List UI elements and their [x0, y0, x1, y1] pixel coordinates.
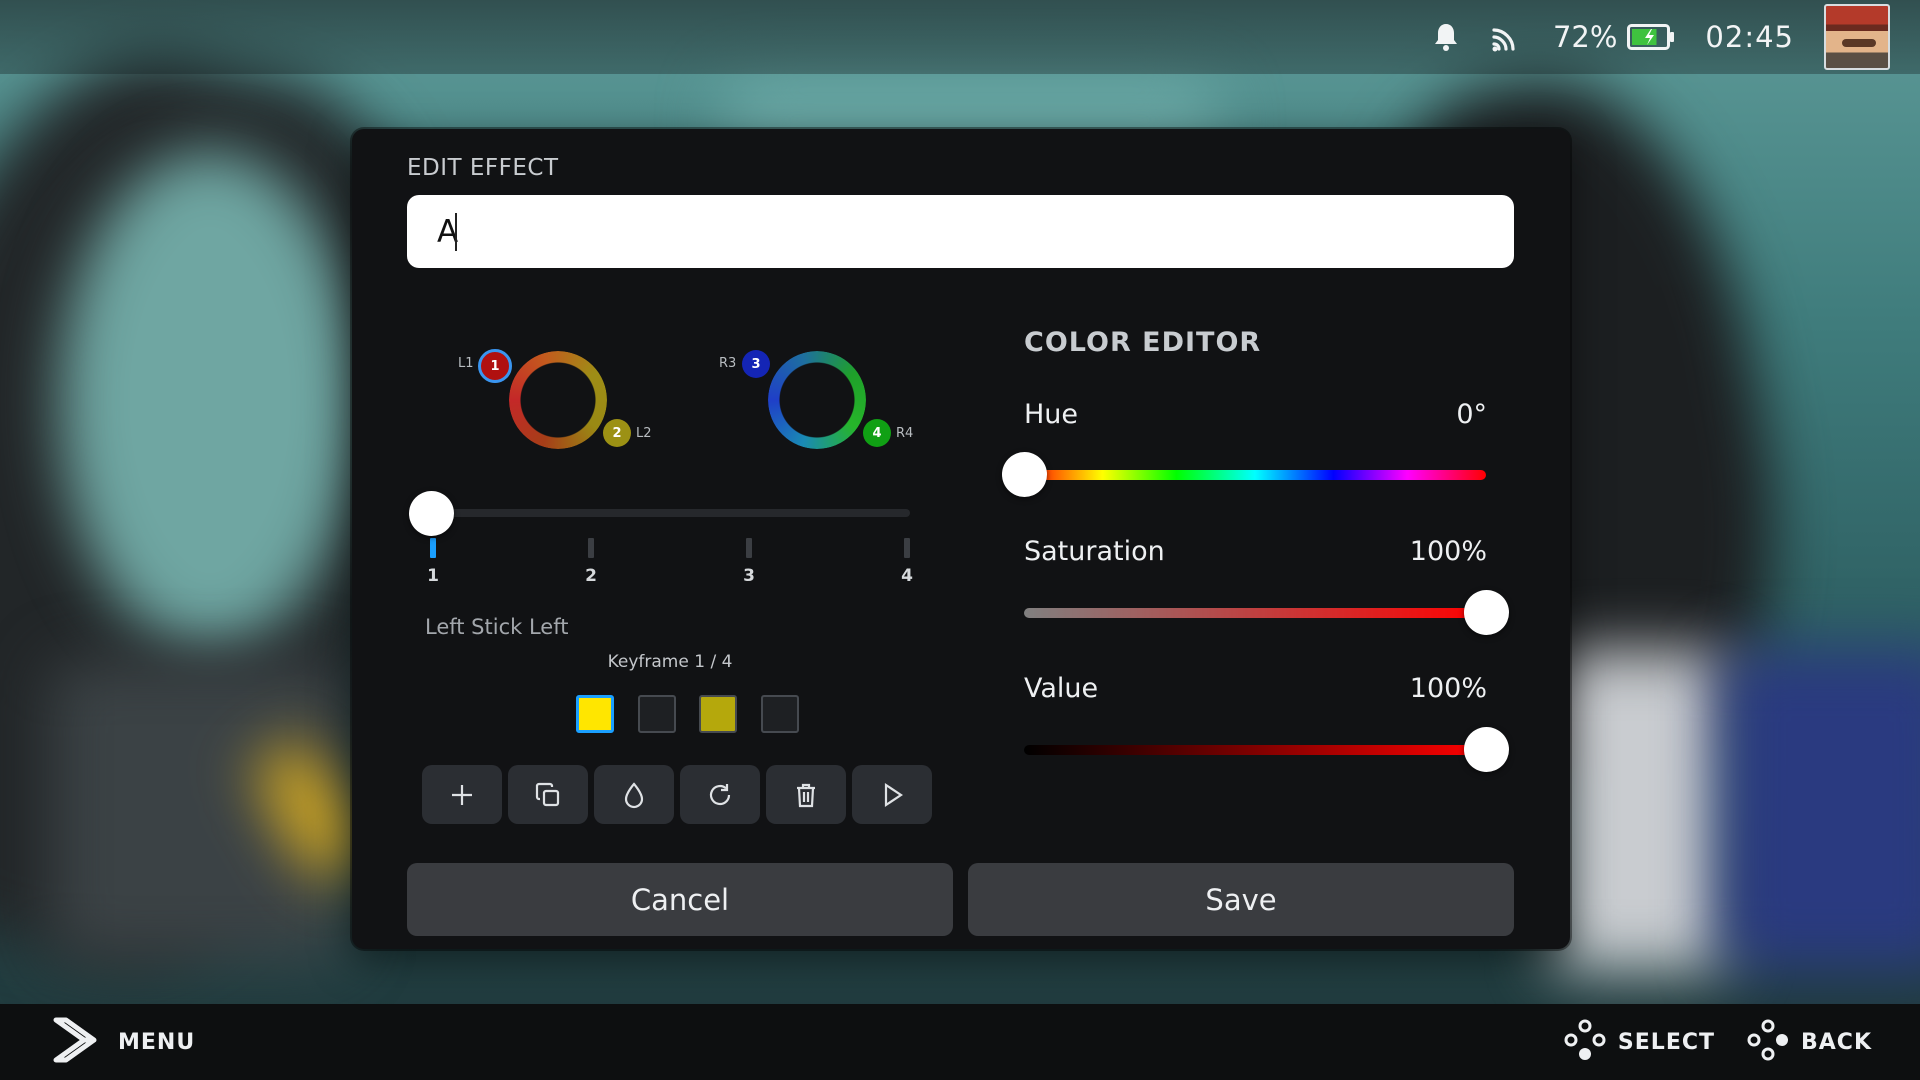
- color-swatch-3[interactable]: [699, 695, 737, 733]
- duplicate-keyframe-button[interactable]: [508, 765, 588, 824]
- face-buttons-icon: [1747, 1019, 1789, 1065]
- bell-icon[interactable]: [1431, 21, 1461, 53]
- battery-percent: 72%: [1552, 20, 1618, 54]
- keyframe-number-2: 2: [585, 566, 597, 586]
- value-label: Value: [1024, 673, 1099, 704]
- hue-value: 0°: [1456, 399, 1487, 430]
- hue-slider-track[interactable]: [1024, 470, 1486, 480]
- bottom-hint-bar: MENU SELECT BACK: [0, 1004, 1920, 1080]
- ring-node-3[interactable]: 3: [742, 350, 770, 378]
- play-icon: [884, 782, 903, 807]
- saturation-slider-track[interactable]: [1024, 608, 1486, 618]
- keyframe-number-3: 3: [743, 566, 755, 586]
- avatar[interactable]: [1824, 4, 1890, 70]
- l1-label: L1: [458, 356, 474, 371]
- droplet-icon: [624, 781, 644, 808]
- hue-label: Hue: [1024, 399, 1079, 430]
- keyframe-tick-1: [430, 538, 436, 558]
- play-preview-button[interactable]: [852, 765, 932, 824]
- ring-node-2[interactable]: 2: [603, 419, 631, 447]
- keyframe-number-1: 1: [427, 566, 439, 586]
- battery-charging-icon: [1627, 24, 1675, 50]
- saturation-label: Saturation: [1024, 536, 1165, 567]
- edit-effect-dialog: EDIT EFFECT L1 1 2 L2 R3 3 4 R4 1 2 3 4 …: [352, 129, 1570, 949]
- add-keyframe-button[interactable]: [422, 765, 502, 824]
- keyframe-tick-2: [588, 538, 594, 558]
- input-name-label: Left Stick Left: [425, 615, 569, 639]
- keyframe-tick-3: [746, 538, 752, 558]
- r4-label: R4: [896, 426, 914, 441]
- menu-label[interactable]: MENU: [118, 1030, 195, 1055]
- left-ring: [509, 351, 607, 449]
- color-editor-title: COLOR EDITOR: [1024, 327, 1262, 358]
- cast-icon: [1491, 22, 1523, 52]
- text-caret: [455, 213, 457, 251]
- ring-node-4[interactable]: 4: [863, 419, 891, 447]
- refresh-icon: [709, 783, 731, 805]
- color-swatch-4[interactable]: [761, 695, 799, 733]
- plus-icon: [452, 784, 472, 805]
- hue-slider-thumb[interactable]: [1002, 452, 1047, 497]
- back-label: BACK: [1801, 1029, 1872, 1055]
- value-value: 100%: [1409, 673, 1487, 704]
- ring-node-1[interactable]: 1: [478, 349, 512, 383]
- r3-label: R3: [719, 356, 737, 371]
- color-swatch-1[interactable]: [576, 695, 614, 733]
- dialog-title: EDIT EFFECT: [407, 155, 559, 181]
- select-label: SELECT: [1617, 1029, 1715, 1055]
- value-slider-track[interactable]: [1024, 745, 1486, 755]
- right-ring: [768, 351, 866, 449]
- select-hint[interactable]: SELECT: [1564, 1019, 1715, 1065]
- top-status-bar: 72% 02:45: [0, 0, 1920, 74]
- saturation-value: 100%: [1409, 536, 1487, 567]
- saturation-slider-thumb[interactable]: [1464, 590, 1509, 635]
- save-button[interactable]: Save: [968, 863, 1514, 936]
- color-pick-button[interactable]: [594, 765, 674, 824]
- keyframe-tick-4: [904, 538, 910, 558]
- trash-icon: [797, 783, 815, 807]
- back-hint[interactable]: BACK: [1747, 1019, 1872, 1065]
- copy-icon: [535, 782, 560, 806]
- value-slider-thumb[interactable]: [1464, 727, 1509, 772]
- color-swatch-2[interactable]: [638, 695, 676, 733]
- keyframe-counter: Keyframe 1 / 4: [607, 652, 733, 672]
- face-buttons-icon: [1564, 1019, 1606, 1065]
- effect-name-input[interactable]: [407, 195, 1514, 268]
- reset-button[interactable]: [680, 765, 760, 824]
- delete-keyframe-button[interactable]: [766, 765, 846, 824]
- steam-deck-logo-icon: [52, 1016, 100, 1068]
- keyframe-slider-thumb[interactable]: [409, 491, 454, 536]
- l2-label: L2: [636, 426, 652, 441]
- keyframe-slider-track[interactable]: [432, 509, 910, 517]
- clock: 02:45: [1705, 20, 1794, 54]
- keyframe-number-4: 4: [901, 566, 913, 586]
- cancel-button[interactable]: Cancel: [407, 863, 953, 936]
